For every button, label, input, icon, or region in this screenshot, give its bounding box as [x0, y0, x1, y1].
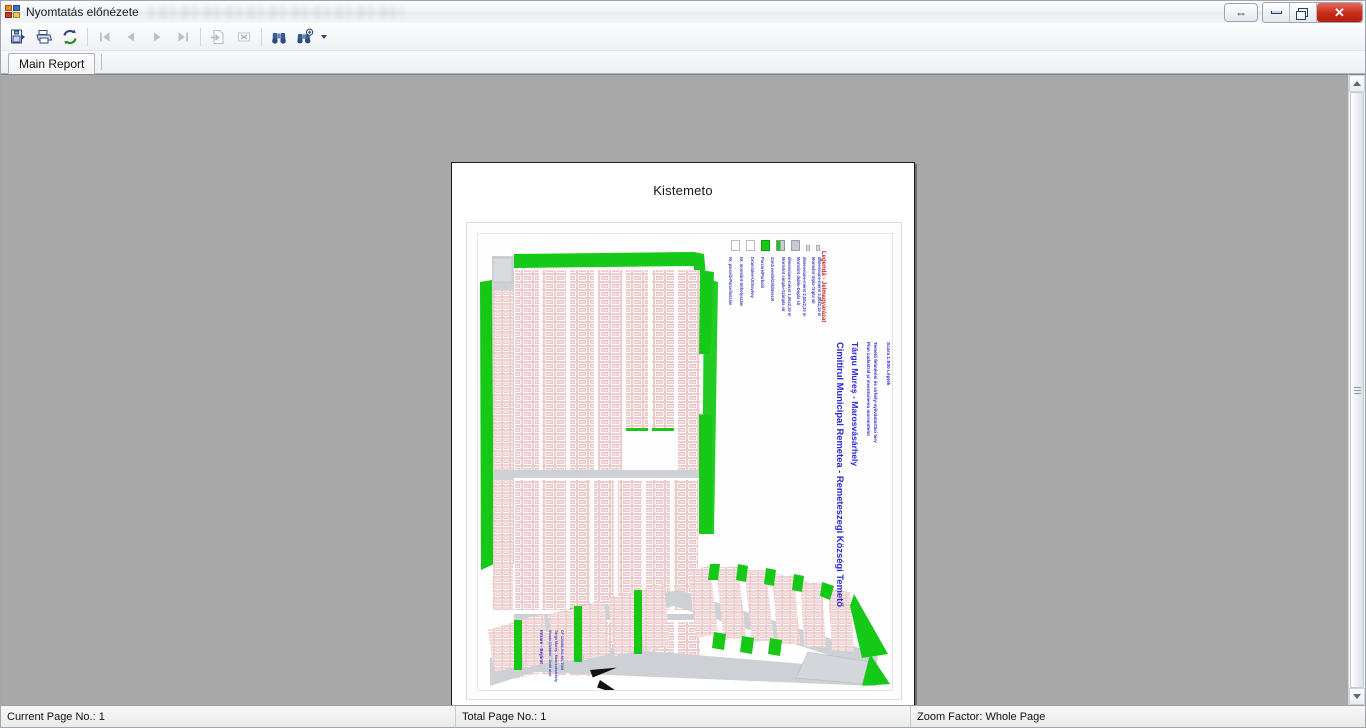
legend-title: Legendă - Jelmagyarázat	[820, 251, 826, 323]
scrollbar-thumb[interactable]	[1350, 92, 1364, 688]
legend-label-1: Nr. mormânt-Sírhelyszám	[739, 257, 744, 307]
map-note-line-1: Intrare - Bejárat	[539, 630, 544, 664]
tab-strip: Main Report	[1, 51, 1365, 74]
legend-label-8: dimensiune-méret 2,00x2,10 m	[802, 257, 807, 317]
tab-strip-divider	[101, 54, 103, 70]
minimize-icon	[1270, 11, 1282, 14]
scrollbar-track[interactable]	[1349, 92, 1365, 688]
tab-label: Main Report	[19, 56, 85, 71]
close-current-view-button[interactable]	[231, 25, 257, 49]
printer-icon	[36, 29, 53, 43]
preview-canvas[interactable]: Kistemeto Nr. parcelă-Parcellaszám Nr. m…	[1, 74, 1348, 705]
export-icon	[11, 29, 25, 43]
legend-symbol-parking	[791, 240, 800, 251]
toolbar	[1, 23, 1365, 51]
cemetery-plan-drawing	[478, 234, 892, 690]
vertical-scrollbar[interactable]	[1348, 74, 1365, 705]
left-right-arrows-icon: ⇔	[1235, 5, 1247, 20]
next-page-icon	[154, 32, 161, 41]
zoom-dropdown-arrow[interactable]	[318, 25, 330, 49]
minimize-button[interactable]	[1263, 3, 1290, 22]
legend-symbols	[731, 239, 820, 251]
status-total-page: Total Page No.: 1	[456, 706, 911, 727]
toolbar-separator-1	[87, 27, 88, 46]
legend-label-0: Nr. parcelă-Parcellaszám	[728, 257, 733, 306]
resize-toggle-button[interactable]: ⇔	[1224, 3, 1258, 22]
status-bar: Current Page No.: 1 Total Page No.: 1 Zo…	[1, 705, 1365, 727]
map-title-line-2: Târgu Mureş - Marosvásárhely	[850, 342, 860, 467]
title-bar: Nyomtatás előnézete ⇔ ✕	[1, 1, 1365, 23]
toolbar-separator-3	[261, 27, 262, 46]
map-frame-inner: Nr. parcelă-Parcellaszám Nr. mormânt-Sír…	[477, 233, 893, 691]
legend-label-5: Mormânt simplu-Szimpla sír	[781, 257, 786, 312]
print-report-button[interactable]	[31, 25, 57, 49]
legend-symbol-grave-number	[746, 240, 755, 251]
export-report-button[interactable]	[5, 25, 31, 49]
previous-page-icon	[127, 32, 134, 41]
maximize-button[interactable]	[1290, 3, 1317, 22]
scrollbar-grip-icon	[1353, 386, 1361, 394]
report-page: Kistemeto Nr. parcelă-Parcellaszám Nr. m…	[451, 162, 915, 705]
chevron-up-icon	[1353, 81, 1361, 86]
map-title-line-5: Scara 1:500 Lépték	[885, 342, 890, 386]
legend-label-3: Parcare/Parkoló	[760, 257, 765, 289]
map-note-line-2: Strada Livezeni - Jedd utca	[548, 630, 552, 677]
window-title: Nyomtatás előnézete	[26, 5, 139, 19]
scroll-down-button[interactable]	[1349, 688, 1365, 705]
search-text-button[interactable]	[266, 25, 292, 49]
status-zoom-factor: Zoom Factor: Whole Page	[911, 706, 1365, 727]
close-button[interactable]: ✕	[1317, 3, 1362, 22]
go-to-page-button[interactable]	[205, 25, 231, 49]
map-title-line-4: Temető felmérési és sírhely-nyilvántartá…	[873, 342, 878, 443]
map-note-line-4: CF 123456-RO-MS-TGM	[560, 630, 564, 671]
close-view-icon	[238, 32, 250, 41]
chevron-down-icon	[1353, 694, 1361, 699]
map-legend: Nr. parcelă-Parcellaszám Nr. mormânt-Sír…	[728, 239, 826, 361]
refresh-icon	[63, 29, 77, 44]
legend-symbol-parcel	[731, 240, 740, 251]
last-page-button[interactable]	[170, 25, 196, 49]
scroll-up-button[interactable]	[1349, 75, 1365, 92]
binoculars-search-icon	[272, 32, 286, 44]
map-frame-outer: Nr. parcelă-Parcellaszám Nr. mormânt-Sír…	[466, 222, 902, 700]
zoom-button[interactable]	[292, 25, 318, 49]
toolbar-separator-2	[200, 27, 201, 46]
binoculars-zoom-icon	[297, 28, 314, 43]
status-current-page: Current Page No.: 1	[1, 706, 456, 727]
map-title-line-3: Plan cadastral şi inventarierea morminte…	[866, 342, 871, 437]
preview-container: Kistemeto Nr. parcelă-Parcellaszám Nr. m…	[1, 74, 1365, 705]
legend-label-2: Drum/alee-Út/ösvény	[750, 257, 755, 298]
go-to-page-icon	[211, 29, 224, 44]
close-icon: ✕	[1334, 4, 1345, 20]
restore-icon	[1296, 8, 1308, 20]
legend-label-4: Zonă verde/Zöldövezet	[770, 257, 775, 302]
first-page-icon	[100, 32, 110, 41]
status-current-page-label: Current Page No.: 1	[7, 710, 105, 723]
previous-page-button[interactable]	[118, 25, 144, 49]
print-preview-window: Nyomtatás előnézete ⇔ ✕ Main Report Kist…	[0, 0, 1366, 728]
map-title-line-1: Cimitirul Municipal Remetea - Remeteszeg…	[835, 342, 846, 607]
first-page-button[interactable]	[92, 25, 118, 49]
tab-main-report[interactable]: Main Report	[8, 53, 96, 74]
legend-label-list: Nr. parcelă-Parcellaszám Nr. mormânt-Sír…	[728, 251, 826, 361]
page-title: Kistemeto	[653, 183, 713, 198]
next-page-button[interactable]	[144, 25, 170, 49]
legend-label-9: Mormânt tripla-Tripla sír	[811, 257, 816, 304]
status-zoom-factor-label: Zoom Factor: Whole Page	[917, 710, 1046, 723]
window-controls: ⇔ ✕	[1224, 2, 1363, 23]
last-page-icon	[178, 32, 188, 41]
window-title-path-redacted	[148, 6, 404, 18]
map-note-line-3: Târgu Mureş - Marosvásárhely	[554, 630, 558, 682]
status-total-page-label: Total Page No.: 1	[462, 710, 547, 723]
legend-symbol-road	[776, 240, 785, 251]
refresh-button[interactable]	[57, 25, 83, 49]
legend-label-6: dimensiune-méret 1,00x2,10 m	[787, 257, 792, 317]
legend-symbol-green-area	[761, 240, 770, 251]
legend-label-7: Mormânt dublu-Dupla sír	[796, 257, 801, 306]
report-app-icon	[5, 4, 21, 20]
